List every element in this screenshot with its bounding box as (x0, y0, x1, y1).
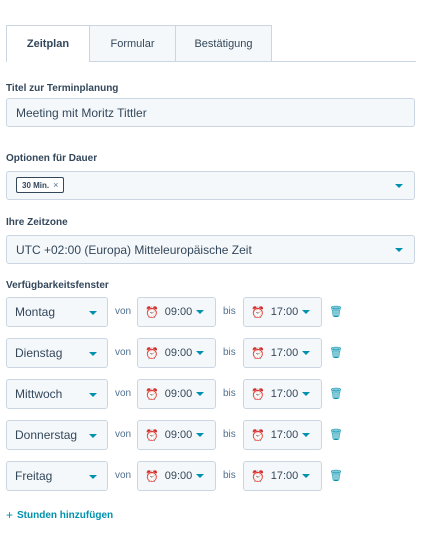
von-label: von (115, 388, 132, 399)
chip-remove-icon[interactable]: × (53, 180, 58, 190)
caret-down-icon (395, 248, 403, 252)
end-time-select[interactable]: ⏰ 17:00 (243, 461, 322, 491)
von-label: von (115, 470, 132, 481)
caret-down-icon (89, 352, 97, 356)
end-time-select[interactable]: ⏰ 17:00 (243, 338, 322, 368)
start-time-value: 09:00 (164, 347, 193, 359)
start-time-value: 09:00 (164, 470, 193, 482)
caret-down-icon (89, 393, 97, 397)
add-hours-label: Stunden hinzufügen (17, 509, 114, 521)
trash-icon[interactable]: 🗑 (329, 346, 343, 359)
duration-label: Optionen für Dauer (6, 153, 98, 164)
clock-icon: ⏰ (251, 306, 265, 319)
bis-label: bis (223, 388, 236, 399)
caret-down-icon (302, 310, 311, 314)
title-input[interactable]: Meeting mit Moritz Tittler (6, 98, 415, 127)
start-time-select[interactable]: ⏰ 09:00 (137, 338, 216, 368)
timezone-label: Ihre Zeitzone (6, 217, 68, 228)
clock-icon: ⏰ (251, 347, 265, 360)
add-hours-link[interactable]: + Stunden hinzufügen (6, 508, 113, 522)
clock-icon: ⏰ (251, 470, 265, 483)
end-time-value: 17:00 (270, 470, 299, 482)
day-select[interactable]: Freitag (6, 461, 108, 491)
caret-down-icon (302, 351, 311, 355)
trash-icon[interactable]: 🗑 (329, 428, 343, 441)
bis-label: bis (223, 347, 236, 358)
start-time-select[interactable]: ⏰ 09:00 (137, 461, 216, 491)
duration-chip[interactable]: 30 Min. × (16, 177, 65, 193)
caret-down-icon (89, 311, 97, 315)
caret-down-icon (302, 433, 311, 437)
caret-down-icon (89, 434, 97, 438)
day-value: Mittwoch (15, 387, 63, 401)
tab-zeitplan[interactable]: Zeitplan (6, 25, 90, 62)
von-label: von (115, 306, 132, 317)
caret-down-icon (302, 474, 311, 478)
availability-row: Dienstag von ⏰ 09:00 bis ⏰ 17:00 🗑 (6, 338, 416, 368)
bis-label: bis (223, 306, 236, 317)
caret-down-icon (395, 184, 403, 188)
clock-icon: ⏰ (251, 429, 265, 442)
caret-down-icon (196, 310, 205, 314)
bis-label: bis (223, 429, 236, 440)
day-value: Dienstag (15, 346, 63, 360)
availability-label: Verfügbarkeitsfenster (6, 280, 109, 291)
caret-down-icon (196, 392, 205, 396)
availability-row: Donnerstag von ⏰ 09:00 bis ⏰ 17:00 🗑 (6, 420, 416, 450)
day-select[interactable]: Montag (6, 297, 108, 327)
timezone-select[interactable]: UTC +02:00 (Europa) Mitteleuropäische Ze… (6, 235, 415, 264)
clock-icon: ⏰ (145, 470, 159, 483)
availability-row: Freitag von ⏰ 09:00 bis ⏰ 17:00 🗑 (6, 461, 416, 491)
plus-icon: + (6, 508, 14, 522)
duration-chip-label: 30 Min. (22, 180, 50, 190)
start-time-select[interactable]: ⏰ 09:00 (137, 379, 216, 409)
availability-row: Montag von ⏰ 09:00 bis ⏰ 17:00 🗑 (6, 297, 416, 327)
von-label: von (115, 429, 132, 440)
bis-label: bis (223, 470, 236, 481)
start-time-value: 09:00 (164, 429, 193, 441)
timezone-value: UTC +02:00 (Europa) Mitteleuropäische Ze… (16, 242, 252, 257)
clock-icon: ⏰ (145, 388, 159, 401)
availability-row: Mittwoch von ⏰ 09:00 bis ⏰ 17:00 🗑 (6, 379, 416, 409)
day-select[interactable]: Mittwoch (6, 379, 108, 409)
end-time-value: 17:00 (270, 306, 299, 318)
clock-icon: ⏰ (145, 347, 159, 360)
end-time-select[interactable]: ⏰ 17:00 (243, 420, 322, 450)
day-value: Donnerstag (15, 428, 78, 442)
tab-formular[interactable]: Formular (89, 25, 176, 61)
caret-down-icon (302, 392, 311, 396)
trash-icon[interactable]: 🗑 (329, 387, 343, 400)
duration-select[interactable]: 30 Min. × (6, 171, 415, 200)
trash-icon[interactable]: 🗑 (329, 469, 343, 482)
end-time-value: 17:00 (270, 347, 299, 359)
start-time-select[interactable]: ⏰ 09:00 (137, 420, 216, 450)
caret-down-icon (89, 475, 97, 479)
clock-icon: ⏰ (145, 306, 159, 319)
start-time-value: 09:00 (164, 388, 193, 400)
von-label: von (115, 347, 132, 358)
start-time-value: 09:00 (164, 306, 193, 318)
day-select[interactable]: Dienstag (6, 338, 108, 368)
end-time-select[interactable]: ⏰ 17:00 (243, 379, 322, 409)
end-time-value: 17:00 (270, 388, 299, 400)
title-field-label: Titel zur Terminplanung (6, 83, 119, 94)
tab-bar: Zeitplan Formular Bestätigung (6, 25, 416, 62)
caret-down-icon (196, 433, 205, 437)
trash-icon[interactable]: 🗑 (329, 305, 343, 318)
clock-icon: ⏰ (145, 429, 159, 442)
day-select[interactable]: Donnerstag (6, 420, 108, 450)
start-time-select[interactable]: ⏰ 09:00 (137, 297, 216, 327)
day-value: Freitag (15, 469, 53, 483)
day-value: Montag (15, 305, 56, 319)
end-time-value: 17:00 (270, 429, 299, 441)
caret-down-icon (196, 474, 205, 478)
end-time-select[interactable]: ⏰ 17:00 (243, 297, 322, 327)
tab-bestaetigung[interactable]: Bestätigung (175, 25, 272, 61)
caret-down-icon (196, 351, 205, 355)
clock-icon: ⏰ (251, 388, 265, 401)
